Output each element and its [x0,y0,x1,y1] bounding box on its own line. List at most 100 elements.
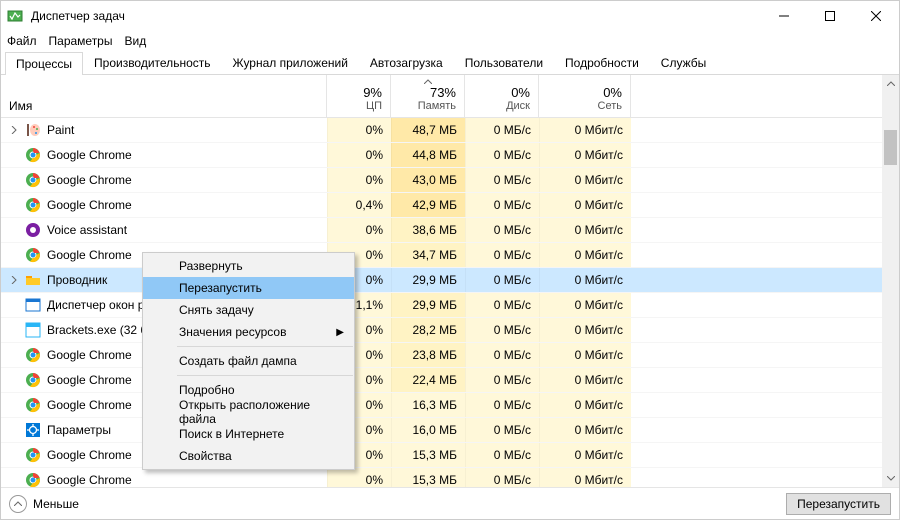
process-row[interactable]: Диспетчер окон рабочего стола1,1%29,9 МБ… [1,293,899,318]
process-list[interactable]: Paint0%48,7 МБ0 МБ/с0 Мбит/сGoogle Chrom… [1,118,899,487]
context-menu-item[interactable]: Значения ресурсов▶ [143,321,354,343]
process-row[interactable]: Google Chrome0%16,3 МБ0 МБ/с0 Мбит/с [1,393,899,418]
memory-cell: 42,9 МБ [391,193,465,217]
memory-cell: 23,8 МБ [391,343,465,367]
memory-cell: 44,8 МБ [391,143,465,167]
disk-cell: 0 МБ/с [465,193,539,217]
tab-6[interactable]: Службы [650,51,717,74]
fewer-details-icon[interactable] [9,495,27,513]
minimize-button[interactable] [761,1,807,31]
process-row[interactable]: Voice assistant0%38,6 МБ0 МБ/с0 Мбит/с [1,218,899,243]
process-name-cell[interactable]: Google Chrome [1,197,327,213]
footer: Меньше Перезапустить [1,487,899,519]
menu-file[interactable]: Файл [7,34,37,48]
context-menu-item[interactable]: Перезапустить [143,277,354,299]
network-cell: 0 Мбит/с [539,218,631,242]
restart-button[interactable]: Перезапустить [786,493,891,515]
process-name-label: Параметры [47,423,111,437]
tab-5[interactable]: Подробности [554,51,650,74]
process-row[interactable]: Google Chrome0,4%42,9 МБ0 МБ/с0 Мбит/с [1,193,899,218]
process-name-label: Google Chrome [47,248,132,262]
process-name-cell[interactable]: Google Chrome [1,472,327,487]
context-menu-item[interactable]: Свойства [143,445,354,467]
cpu-cell: 0% [327,218,391,242]
disk-cell: 0 МБ/с [465,293,539,317]
vertical-scrollbar[interactable] [882,75,899,487]
network-cell: 0 Мбит/с [539,368,631,392]
chrome-icon [25,247,41,263]
process-row[interactable]: Параметры0%16,0 МБ0 МБ/с0 Мбит/с [1,418,899,443]
close-button[interactable] [853,1,899,31]
process-row[interactable]: Google Chrome0%22,4 МБ0 МБ/с0 Мбит/с [1,368,899,393]
process-name-label: Google Chrome [47,373,132,387]
context-menu-item[interactable]: Создать файл дампа [143,350,354,372]
scroll-down-icon[interactable] [882,470,899,487]
memory-cell: 28,2 МБ [391,318,465,342]
process-row[interactable]: Google Chrome0%34,7 МБ0 МБ/с0 Мбит/с [1,243,899,268]
process-row[interactable]: Google Chrome0%15,3 МБ0 МБ/с0 Мбит/с [1,468,899,487]
disk-cell: 0 МБ/с [465,368,539,392]
process-name-label: Paint [47,123,74,137]
column-header-memory[interactable]: 73% Память [391,75,465,117]
process-name-label: Voice assistant [47,223,127,237]
tabs: ПроцессыПроизводительностьЖурнал приложе… [1,51,899,75]
expand-chevron-icon[interactable] [9,126,19,134]
memory-cell: 34,7 МБ [391,243,465,267]
dwm-icon [25,297,41,313]
process-name-cell[interactable]: Voice assistant [1,222,327,238]
context-menu-item[interactable]: Развернуть [143,255,354,277]
chrome-icon [25,372,41,388]
process-name-cell[interactable]: Google Chrome [1,147,327,163]
context-menu-item[interactable]: Снять задачу [143,299,354,321]
column-header-cpu[interactable]: 9% ЦП [327,75,391,117]
cpu-cell: 0,4% [327,193,391,217]
network-cell: 0 Мбит/с [539,318,631,342]
tab-1[interactable]: Производительность [83,51,221,74]
process-row[interactable]: Проводник0%29,9 МБ0 МБ/с0 Мбит/с [1,268,899,293]
voice-icon [25,222,41,238]
fewer-details-label[interactable]: Меньше [33,497,79,511]
context-menu-item[interactable]: Открыть расположение файла [143,401,354,423]
process-row[interactable]: Google Chrome0%23,8 МБ0 МБ/с0 Мбит/с [1,343,899,368]
cpu-cell: 0% [327,143,391,167]
disk-cell: 0 МБ/с [465,218,539,242]
memory-cell: 48,7 МБ [391,118,465,142]
tab-0[interactable]: Процессы [5,52,83,75]
column-header-name[interactable]: Имя [1,75,327,117]
disk-cell: 0 МБ/с [465,118,539,142]
network-cell: 0 Мбит/с [539,418,631,442]
scroll-up-icon[interactable] [882,75,899,92]
network-cell: 0 Мбит/с [539,443,631,467]
process-row[interactable]: Paint0%48,7 МБ0 МБ/с0 Мбит/с [1,118,899,143]
network-cell: 0 Мбит/с [539,343,631,367]
disk-cell: 0 МБ/с [465,168,539,192]
context-menu-item[interactable]: Поиск в Интернете [143,423,354,445]
expand-chevron-icon[interactable] [9,276,19,284]
process-row[interactable]: Google Chrome0%43,0 МБ0 МБ/с0 Мбит/с [1,168,899,193]
cpu-cell: 0% [327,118,391,142]
maximize-button[interactable] [807,1,853,31]
process-row[interactable]: Brackets.exe (32 бит)0%28,2 МБ0 МБ/с0 Мб… [1,318,899,343]
tab-2[interactable]: Журнал приложений [222,51,359,74]
process-name-cell[interactable]: Paint [1,122,327,138]
submenu-arrow-icon: ▶ [336,327,344,338]
cpu-cell: 0% [327,468,391,487]
process-name-label: Google Chrome [47,473,132,487]
scrollbar-thumb[interactable] [884,130,897,165]
column-header-network[interactable]: 0% Сеть [539,75,631,117]
network-cell: 0 Мбит/с [539,268,631,292]
disk-cell: 0 МБ/с [465,418,539,442]
disk-cell: 0 МБ/с [465,393,539,417]
process-row[interactable]: Google Chrome0%15,3 МБ0 МБ/с0 Мбит/с [1,443,899,468]
tab-4[interactable]: Пользователи [454,51,554,74]
process-name-label: Google Chrome [47,198,132,212]
menu-options[interactable]: Параметры [49,34,113,48]
menu-view[interactable]: Вид [124,34,146,48]
tab-3[interactable]: Автозагрузка [359,51,454,74]
column-header-disk[interactable]: 0% Диск [465,75,539,117]
context-menu[interactable]: РазвернутьПерезапуститьСнять задачуЗначе… [142,252,355,470]
process-row[interactable]: Google Chrome0%44,8 МБ0 МБ/с0 Мбит/с [1,143,899,168]
process-name-label: Google Chrome [47,348,132,362]
disk-cell: 0 МБ/с [465,468,539,487]
process-name-cell[interactable]: Google Chrome [1,172,327,188]
